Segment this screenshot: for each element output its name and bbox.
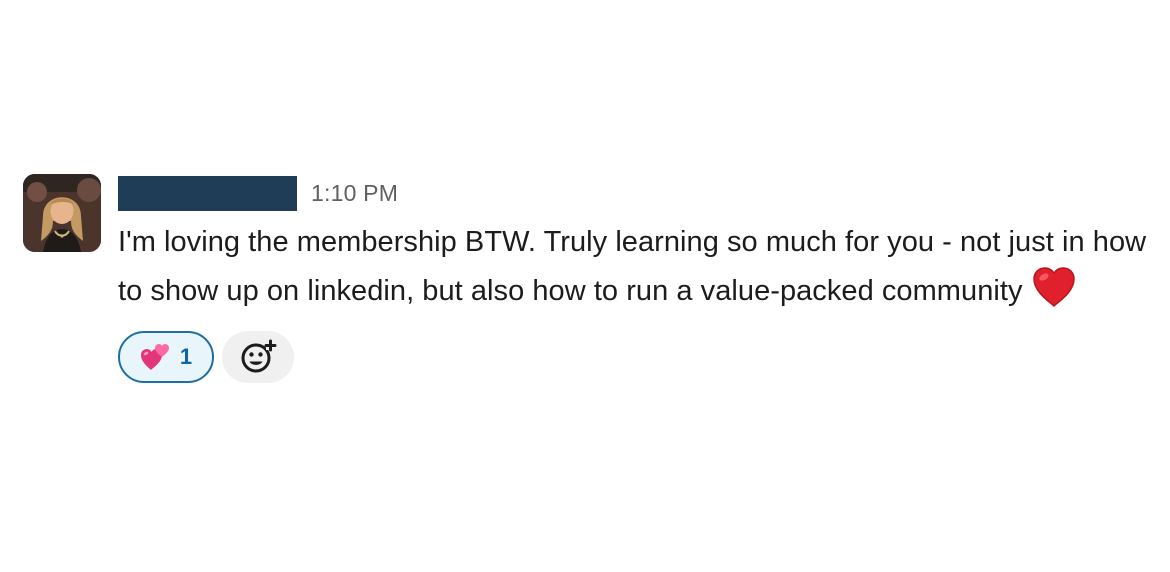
message-text: I'm loving the membership BTW. Truly lea… [118, 226, 1147, 307]
add-reaction-icon [241, 339, 277, 373]
redacted-user-name [118, 175, 297, 211]
message-content: 1:10 PM I'm loving the membership BTW. T… [118, 174, 1153, 383]
reaction-two-hearts[interactable]: 1 [118, 331, 214, 383]
heart-emoji-icon [1032, 267, 1075, 308]
message-header: 1:10 PM [118, 175, 1153, 211]
message-timestamp[interactable]: 1:10 PM [311, 180, 398, 207]
message-body: I'm loving the membership BTW. Truly lea… [118, 219, 1148, 323]
chat-message: 1:10 PM I'm loving the membership BTW. T… [23, 174, 1153, 383]
reactions-bar: 1 [118, 331, 1153, 383]
avatar[interactable] [23, 174, 101, 252]
heart-emoji [1031, 265, 1077, 323]
reaction-count: 1 [179, 344, 193, 369]
two-hearts-emoji [140, 342, 170, 372]
two-hearts-icon [140, 344, 169, 370]
avatar-image [23, 174, 101, 252]
message-view: 1:10 PM I'm loving the membership BTW. T… [0, 0, 1170, 572]
add-reaction-button[interactable] [222, 331, 294, 383]
